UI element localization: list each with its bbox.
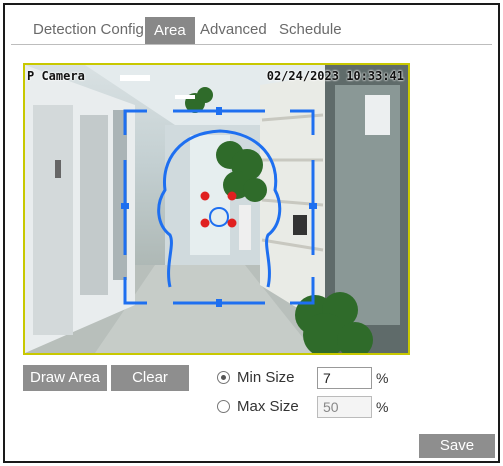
max-size-unit: % xyxy=(376,399,389,415)
tab-schedule[interactable]: Schedule xyxy=(279,17,342,43)
tab-detection-config[interactable]: Detection Config xyxy=(33,17,144,43)
camera-name-osd: P Camera xyxy=(27,69,85,83)
min-size-unit: % xyxy=(376,370,389,386)
max-size-label: Max Size xyxy=(237,398,299,415)
save-button[interactable]: Save xyxy=(419,434,495,458)
tab-bar: Detection Config Area Advanced Schedule xyxy=(11,9,492,45)
live-video-preview[interactable]: P Camera 02/24/2023 10:33:41 xyxy=(23,63,410,355)
tab-area[interactable]: Area xyxy=(145,17,195,44)
face-detection-panel: Detection Config Area Advanced Schedule xyxy=(3,3,500,463)
max-size-radio[interactable] xyxy=(217,400,230,413)
clear-button[interactable]: Clear xyxy=(111,365,189,391)
min-size-radio[interactable] xyxy=(217,371,230,384)
tab-advanced[interactable]: Advanced xyxy=(200,17,267,43)
max-size-input[interactable]: 50 xyxy=(317,396,372,418)
corridor-scene-image xyxy=(25,65,408,353)
min-size-input[interactable]: 7 xyxy=(317,367,372,389)
draw-area-button[interactable]: Draw Area xyxy=(23,365,107,391)
timestamp-osd: 02/24/2023 10:33:41 xyxy=(266,69,404,83)
min-size-label: Min Size xyxy=(237,369,295,386)
